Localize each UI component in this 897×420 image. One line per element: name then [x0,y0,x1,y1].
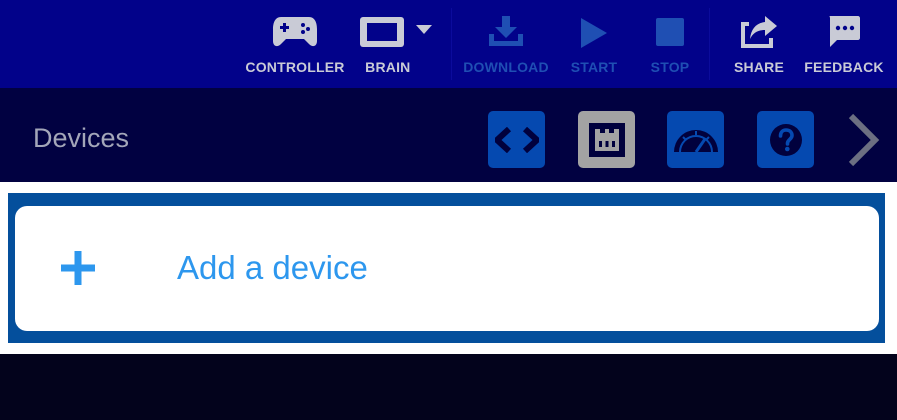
toolbar-divider [451,8,452,80]
gamepad-icon [273,17,317,47]
share-label: SHARE [733,59,785,75]
download-label: DOWNLOAD [463,59,549,75]
stop-label: STOP [650,59,690,75]
share-button[interactable]: SHARE [730,0,788,88]
gauge-icon [673,129,718,153]
feedback-button[interactable]: FEEDBACK [804,0,884,88]
plus-icon [61,251,95,285]
toolbar-divider [709,8,710,80]
stop-icon [656,18,684,46]
tab-devices[interactable] [578,111,635,168]
tab-help[interactable] [757,111,814,168]
controller-button[interactable]: CONTROLLER [245,0,345,88]
controller-label: CONTROLLER [245,59,345,75]
code-brackets-icon [494,126,539,153]
brain-button[interactable]: BRAIN [353,0,439,88]
help-question-icon [769,123,802,156]
panel-title: Devices [33,123,130,153]
device-list: Add a device [8,193,885,343]
feedback-chat-icon [829,16,860,47]
start-label: START [570,59,618,75]
add-device-button[interactable]: Add a device [15,206,879,331]
tab-code-view[interactable] [488,111,545,168]
next-tabs-button[interactable] [843,110,883,175]
download-button[interactable]: DOWNLOAD [459,0,553,88]
download-icon [489,16,523,46]
devices-panel: Add a device [0,182,897,354]
brain-label: BRAIN [365,59,411,75]
play-icon [581,18,607,48]
add-device-label: Add a device [177,249,368,286]
device-port-icon [588,122,625,157]
stop-button[interactable]: STOP [644,0,696,88]
tab-dashboard[interactable] [667,111,724,168]
brain-device-icon [360,17,432,47]
feedback-label: FEEDBACK [804,59,884,75]
share-icon [741,16,777,48]
start-button[interactable]: START [566,0,622,88]
top-toolbar: CONTROLLER BRAIN DOWNLOAD START STOP SHA… [0,0,897,88]
chevron-right-icon [848,113,880,167]
